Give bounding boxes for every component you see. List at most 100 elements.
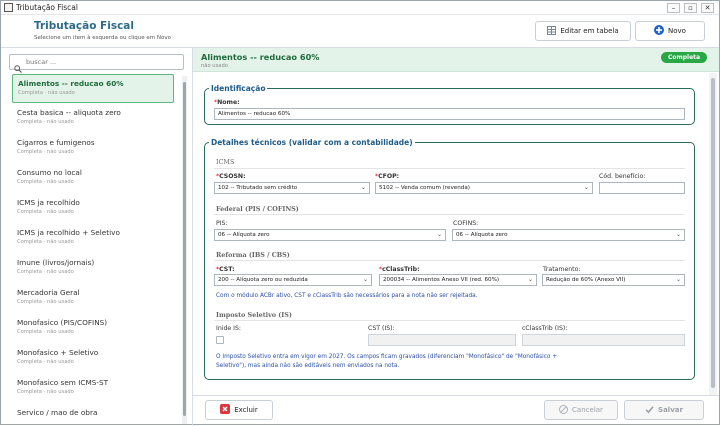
- identificacao-legend: Identificação: [211, 84, 266, 93]
- list-item[interactable]: ICMS ja recolhido Completa · não usado: [12, 194, 174, 223]
- list-item[interactable]: Alimentos -- reducao 60% Completa · não …: [12, 74, 174, 103]
- page-subtitle: Selecione um item à esquerda ou clique e…: [34, 35, 171, 41]
- cclasstrib-select[interactable]: 200034 -- Alimentos Anexo VII (red. 60%)…: [379, 274, 537, 286]
- save-button[interactable]: Salvar: [624, 400, 704, 420]
- cfop-value: 5102 -- Venda comum (revenda): [379, 185, 470, 191]
- list-item-name: Consumo no local: [17, 168, 82, 177]
- detalhes-legend: Detalhes técnicos (validar com a contabi…: [211, 138, 413, 147]
- cod-beneficio-field[interactable]: [599, 182, 685, 194]
- search-input[interactable]: [26, 56, 176, 68]
- cclasstrib-is-label: cClassTrib (IS):: [522, 325, 568, 332]
- reforma-section-title: Reforma (IBS / CBS): [216, 251, 290, 259]
- list-item-name: Cesta basica -- aliquota zero: [17, 108, 121, 117]
- chevron-down-icon: ⌄: [362, 276, 368, 283]
- list-item[interactable]: Monofasico + Seletivo Completa · não usa…: [12, 344, 174, 373]
- cofins-select[interactable]: 06 -- Alíquota zero ⌄: [452, 229, 685, 241]
- divider: [214, 214, 685, 215]
- tratamento-label: Tratamento:: [543, 266, 581, 273]
- detail-subtitle: não usado: [201, 63, 228, 69]
- list-item-status: Completa · não usado: [17, 269, 74, 275]
- list-item-name: ICMS ja recolhido + Seletivo: [17, 228, 120, 237]
- detail-scrollbar[interactable]: [709, 73, 717, 395]
- cancel-icon: [559, 404, 569, 416]
- list-item-name: Monofasico sem ICMS-ST: [17, 378, 109, 387]
- nome-field[interactable]: Alimentos -- reducao 60%: [214, 108, 685, 120]
- footer-divider: [193, 395, 719, 396]
- new-label: Novo: [668, 27, 686, 35]
- delete-icon: [220, 404, 231, 416]
- close-button[interactable]: ✕: [701, 3, 714, 13]
- pis-select[interactable]: 06 -- Alíquota zero ⌄: [214, 229, 446, 241]
- window-title: Tributação Fiscal: [16, 3, 78, 12]
- list-item-name: Monofasico + Seletivo: [17, 348, 99, 357]
- cancel-label: Cancelar: [572, 406, 603, 414]
- list-item[interactable]: Imune (livros/jornais) Completa · não us…: [12, 254, 174, 283]
- csosn-label: *CSOSN:: [216, 173, 246, 180]
- list-item[interactable]: Monofasico (PIS/COFINS) Completa · não u…: [12, 314, 174, 343]
- list-item-status: Completa · não usado: [18, 90, 75, 96]
- list-item-name: Servico / mao de obra: [17, 408, 98, 417]
- sidebar-scrollbar[interactable]: [182, 76, 187, 424]
- cancel-button[interactable]: Cancelar: [544, 400, 618, 420]
- plus-icon: [654, 25, 665, 37]
- cst-select[interactable]: 200 -- Alíquota zero ou reduzida ⌄: [214, 274, 372, 286]
- save-label: Salvar: [658, 406, 683, 414]
- list-item[interactable]: Servico / mao de obra: [12, 404, 174, 424]
- tratamento-select[interactable]: Redução de 60% (Anexo VII) ⌄: [542, 274, 685, 286]
- inide-label: Inide IS:: [216, 325, 242, 332]
- maximize-button[interactable]: ▫: [684, 3, 697, 13]
- status-badge: Completa: [661, 52, 707, 63]
- list-item-name: Imune (livros/jornais): [17, 258, 95, 267]
- list-item[interactable]: Cesta basica -- aliquota zero Completa ·…: [12, 104, 174, 133]
- inide-checkbox[interactable]: [216, 336, 224, 344]
- csosn-select[interactable]: 102 -- Tributado sem crédito ⌄: [214, 182, 370, 194]
- seletivo-section-title: Imposto Seletivo (IS): [216, 311, 292, 319]
- federal-section-title: Federal (PIS / COFINS): [216, 205, 299, 213]
- divider: [214, 320, 685, 321]
- list-item[interactable]: Monofasico sem ICMS-ST Completa · não us…: [12, 374, 174, 403]
- chevron-down-icon: ⌄: [675, 231, 681, 238]
- pis-value: 06 -- Alíquota zero: [218, 232, 270, 238]
- new-button[interactable]: Novo: [635, 21, 705, 41]
- list-item-name: Mercadoria Geral: [17, 288, 80, 297]
- panel-splitter[interactable]: [192, 48, 193, 426]
- tratamento-value: Redução de 60% (Anexo VII): [546, 277, 626, 283]
- list-item[interactable]: Mercadoria Geral Completa · não usado: [12, 284, 174, 313]
- seletivo-note-line2: Seletivo"), mas ainda não são editáveis …: [216, 363, 400, 369]
- delete-button[interactable]: Excluir: [205, 400, 273, 420]
- list-item-status: Completa · não usado: [17, 209, 74, 215]
- search-icon: [14, 58, 22, 73]
- chevron-down-icon: ⌄: [360, 184, 366, 191]
- chevron-down-icon: ⌄: [436, 231, 442, 238]
- divider: [214, 168, 685, 169]
- page-title: Tributação Fiscal: [34, 20, 134, 32]
- list-item[interactable]: Cigarros e fumigenos Completa · não usad…: [12, 134, 174, 163]
- list-item-status: Completa · não usado: [17, 329, 74, 335]
- page-header: Tributação Fiscal Selecione um item à es…: [1, 16, 719, 47]
- cfop-select[interactable]: 5102 -- Venda comum (revenda) ⌄: [375, 182, 593, 194]
- edit-table-label: Editar em tabela: [560, 27, 619, 35]
- cst-is-field[interactable]: [368, 334, 516, 346]
- cst-label: *CST:: [216, 266, 235, 273]
- nome-label: *Nome:: [214, 99, 240, 106]
- title-bar: Tributação Fiscal – ▫ ✕: [1, 1, 719, 15]
- search-box[interactable]: [9, 54, 184, 73]
- list-item[interactable]: Consumo no local Completa · não usado: [12, 164, 174, 193]
- cclasstrib-is-field[interactable]: [522, 334, 685, 346]
- list-item-status: Completa · não usado: [17, 389, 74, 395]
- reforma-note: Com o módulo ACBr ativo, CST e cClassTri…: [216, 293, 478, 299]
- app-window: Tributação Fiscal – ▫ ✕ Tributação Fisca…: [0, 0, 720, 426]
- scrollbar-thumb[interactable]: [711, 78, 715, 388]
- icms-section-title: ICMS: [216, 158, 235, 166]
- check-icon: [645, 405, 654, 416]
- list-item-status: Completa · não usado: [17, 359, 74, 365]
- divider: [214, 260, 685, 261]
- pis-label: PIS:: [216, 220, 228, 227]
- edit-table-button[interactable]: Editar em tabela: [535, 21, 631, 41]
- cst-is-label: CST (IS):: [368, 325, 395, 332]
- cclasstrib-value: 200034 -- Alimentos Anexo VII (red. 60%): [383, 277, 500, 283]
- list-item[interactable]: ICMS ja recolhido + Seletivo Completa · …: [12, 224, 174, 253]
- minimize-button[interactable]: –: [667, 3, 680, 13]
- scrollbar-thumb[interactable]: [183, 82, 186, 416]
- list-item-name: Alimentos -- reducao 60%: [18, 79, 124, 88]
